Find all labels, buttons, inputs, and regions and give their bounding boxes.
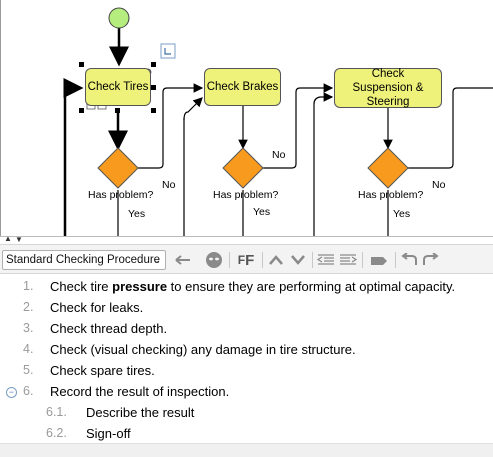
undo-icon[interactable] bbox=[399, 249, 419, 271]
return-arrow-1 bbox=[183, 97, 203, 121]
step-text[interactable]: Check (visual checking) any damage in ti… bbox=[50, 342, 356, 357]
task-check-suspension[interactable]: Check Suspension & Steering bbox=[334, 68, 442, 108]
step-row[interactable]: 4. Check (visual checking) any damage in… bbox=[0, 342, 493, 363]
step-text[interactable]: Record the result of inspection. bbox=[50, 384, 229, 399]
gateway-1-label: Has problem? bbox=[88, 189, 154, 201]
step-text[interactable]: Check thread depth. bbox=[50, 321, 167, 336]
selection-handle[interactable] bbox=[151, 85, 156, 90]
toolbar-separator bbox=[229, 252, 230, 268]
panel-splitter[interactable]: ▲ ▼ bbox=[0, 234, 493, 244]
gateway-2[interactable] bbox=[222, 147, 264, 189]
step-row[interactable]: − 6. Record the result of inspection. bbox=[0, 384, 493, 405]
step-number: 6.2. bbox=[46, 426, 67, 440]
step-row[interactable]: 5. Check spare tires. bbox=[0, 363, 493, 384]
chevron-down-icon: ⌄ bbox=[152, 255, 161, 266]
back-arrow-icon[interactable] bbox=[173, 249, 193, 271]
step-text-post: to ensure they are performing at optimal… bbox=[167, 279, 456, 294]
selection-handle[interactable] bbox=[79, 108, 84, 113]
yes-label-1: Yes bbox=[128, 208, 146, 220]
selection-handle[interactable] bbox=[115, 108, 120, 113]
move-down-icon[interactable] bbox=[288, 249, 308, 271]
toolbar-separator bbox=[312, 252, 313, 268]
status-strip bbox=[0, 443, 493, 457]
step-number: 6.1. bbox=[46, 405, 67, 419]
procedure-toolbar: Standard Checking Procedure ⌄ FF bbox=[0, 244, 493, 274]
step-text[interactable]: Sign-off bbox=[86, 426, 131, 441]
step-text-bold: pressure bbox=[112, 279, 168, 294]
procedure-select[interactable]: Standard Checking Procedure ⌄ bbox=[2, 250, 166, 270]
step-row[interactable]: 3. Check thread depth. bbox=[0, 321, 493, 342]
diagram-canvas[interactable]: Check Tires Check Brakes Check Suspensio… bbox=[0, 0, 493, 236]
step-number: 5. bbox=[23, 363, 34, 377]
collapse-toggle-icon[interactable]: − bbox=[6, 387, 17, 398]
loop-connector bbox=[63, 78, 84, 236]
task-check-brakes[interactable]: Check Brakes bbox=[204, 68, 281, 106]
gateway-1[interactable] bbox=[97, 147, 139, 189]
selection-handle[interactable] bbox=[151, 108, 156, 113]
gateway-2-label: Has problem? bbox=[213, 189, 279, 201]
yes-label-3: Yes bbox=[393, 208, 411, 220]
step-text[interactable]: Check spare tires. bbox=[50, 363, 155, 378]
indent-icon[interactable] bbox=[338, 249, 358, 271]
selection-handle[interactable] bbox=[79, 62, 84, 67]
collapse-up-icon[interactable]: ▲ bbox=[4, 234, 12, 243]
outdent-icon[interactable] bbox=[316, 249, 336, 271]
step-row[interactable]: 6.1. Describe the result bbox=[0, 405, 493, 426]
mask-icon[interactable] bbox=[203, 249, 225, 271]
redo-icon[interactable] bbox=[421, 249, 441, 271]
toolbar-separator bbox=[262, 252, 263, 268]
step-row[interactable]: 1. Check tire pressure to ensure they ar… bbox=[0, 279, 493, 300]
gateway-3[interactable] bbox=[367, 147, 409, 189]
step-row[interactable]: 2. Check for leaks. bbox=[0, 300, 493, 321]
no-label-2: No bbox=[272, 149, 286, 161]
connector-resource-icon[interactable] bbox=[160, 43, 176, 59]
procedure-steps: 1. Check tire pressure to ensure they ar… bbox=[0, 275, 493, 456]
procedure-select-value: Standard Checking Procedure bbox=[6, 254, 161, 266]
attach-icon[interactable] bbox=[368, 249, 390, 271]
step-number: 4. bbox=[23, 342, 34, 356]
yes-label-2: Yes bbox=[253, 206, 271, 218]
no-label-3: No bbox=[432, 179, 446, 191]
task-check-tires[interactable]: Check Tires bbox=[85, 68, 151, 106]
step-text[interactable]: Describe the result bbox=[86, 405, 194, 420]
step-number: 2. bbox=[23, 300, 34, 314]
start-event[interactable] bbox=[108, 7, 130, 29]
return-arrow-2 bbox=[313, 92, 334, 105]
move-up-icon[interactable] bbox=[266, 249, 286, 271]
step-number: 1. bbox=[23, 279, 34, 293]
step-text[interactable]: Check tire pressure to ensure they are p… bbox=[50, 279, 455, 294]
step-number: 3. bbox=[23, 321, 34, 335]
no-label-1: No bbox=[162, 179, 176, 191]
step-text[interactable]: Check for leaks. bbox=[50, 300, 143, 315]
toolbar-separator bbox=[395, 252, 396, 268]
task-label: Check Brakes bbox=[206, 81, 279, 93]
toolbar-separator bbox=[362, 252, 363, 268]
font-format-icon[interactable]: FF bbox=[234, 249, 258, 271]
task-label: Check Tires bbox=[87, 81, 149, 93]
collapse-down-icon[interactable]: ▼ bbox=[15, 235, 23, 244]
selection-handle[interactable] bbox=[151, 62, 156, 67]
step-number: 6. bbox=[23, 384, 34, 398]
task-label: Check Suspension & Steering bbox=[352, 68, 424, 108]
gateway-3-label: Has problem? bbox=[358, 189, 424, 201]
step-text-pre: Check tire bbox=[50, 279, 113, 294]
